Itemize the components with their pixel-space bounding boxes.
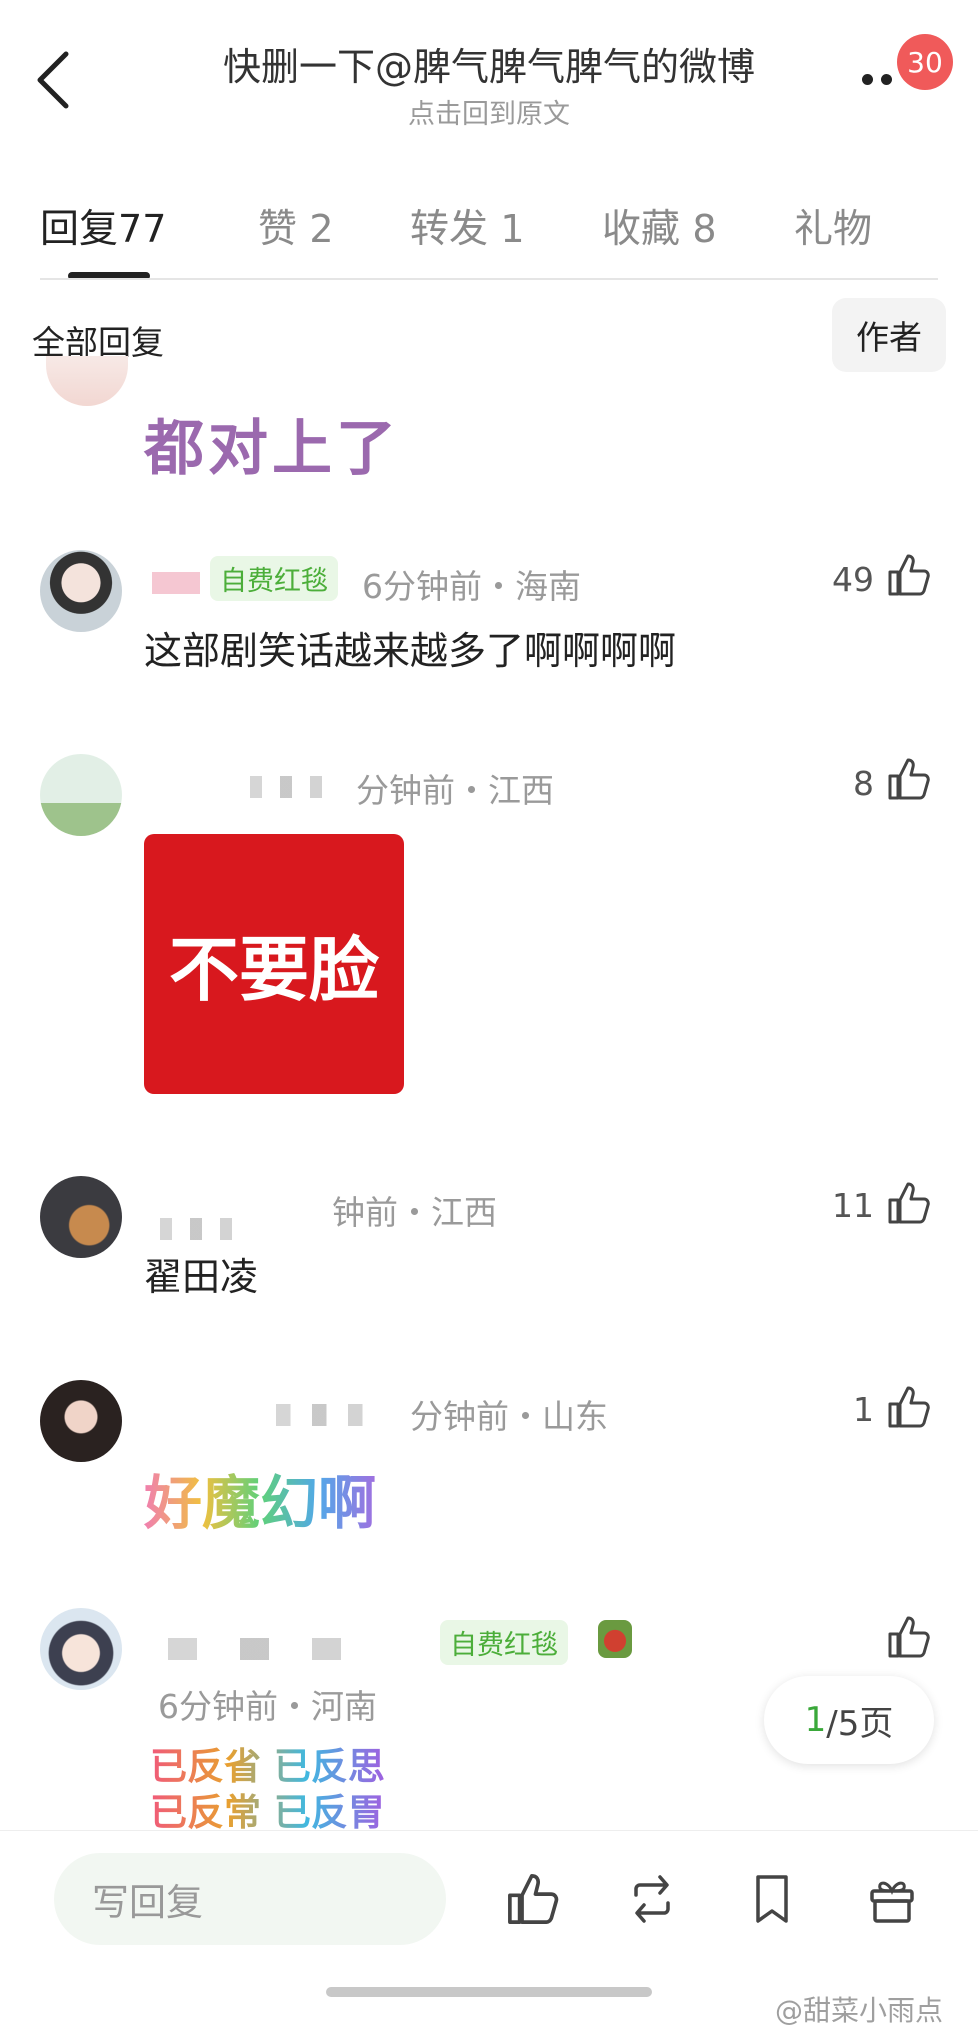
comment-time-location: 6分钟前・海南 <box>362 567 581 606</box>
comment-time-location: 钟前・江西 <box>332 1193 497 1232</box>
tab-label: 转发 <box>410 207 489 252</box>
thumbs-up-icon[interactable] <box>886 552 932 598</box>
home-indicator[interactable] <box>326 1987 652 1997</box>
tab-bar: 回复77 赞 2 转发 1 收藏 8 礼物 <box>0 190 978 280</box>
watermark: @甜菜小雨点 <box>775 1994 944 2027</box>
comment-text: 这部剧笑话越来越多了啊啊啊啊 <box>144 629 677 673</box>
avatar[interactable] <box>46 356 128 406</box>
tab-label: 回复 <box>40 207 119 252</box>
gift-icon[interactable] <box>864 1871 920 1927</box>
tab-replies[interactable]: 回复77 <box>40 198 166 254</box>
username-obscured[interactable] <box>168 1638 408 1660</box>
tab-label: 赞 <box>258 207 298 252</box>
vip-tag: 自费红毯 <box>440 1620 568 1665</box>
tab-count: 77 <box>118 207 167 251</box>
current-page: 1 <box>804 1700 827 1740</box>
vip-tag: 自费红毯 <box>210 556 338 601</box>
username-obscured[interactable] <box>152 572 200 594</box>
back-to-original-link[interactable]: 点击回到原文 <box>150 92 828 131</box>
sticker-image: 不要脸 <box>144 834 404 1094</box>
tab-count: 2 <box>309 207 334 251</box>
post-title[interactable]: 快删一下@脾气脾气脾气的微博 <box>150 36 828 91</box>
username-obscured[interactable] <box>276 1404 396 1426</box>
bottom-action-bar: 写回复 @甜菜小雨点 <box>0 1830 978 2028</box>
total-pages: /5页 <box>826 1703 894 1744</box>
tab-count: 8 <box>692 207 717 251</box>
thumbs-up-icon[interactable] <box>505 1871 561 1927</box>
tab-likes[interactable]: 赞 2 <box>258 198 334 254</box>
comment-time-location: 6分钟前・河南 <box>158 1687 377 1726</box>
avatar[interactable] <box>40 1176 122 1258</box>
notification-badge[interactable]: 30 <box>897 34 953 90</box>
thumbs-up-icon[interactable] <box>886 1614 932 1660</box>
like-count: 8 <box>853 764 874 803</box>
more-options-icon[interactable] <box>862 74 892 85</box>
comment-time-location: 分钟前・山东 <box>410 1397 608 1436</box>
tab-gifts[interactable]: 礼物 <box>794 198 872 254</box>
tab-reposts[interactable]: 转发 1 <box>410 198 525 254</box>
username-obscured[interactable] <box>160 1218 260 1240</box>
bookmark-icon[interactable] <box>744 1871 800 1927</box>
thumbs-up-icon[interactable] <box>886 1384 932 1430</box>
divider <box>40 278 938 280</box>
sticker-image: 好魔幻啊 <box>144 1456 376 1540</box>
reply-input[interactable]: 写回复 <box>54 1853 446 1945</box>
sticker-line: 已反省 已反思 <box>150 1745 385 1788</box>
like-count: 11 <box>832 1186 874 1225</box>
tab-favorites[interactable]: 收藏 8 <box>602 198 717 254</box>
avatar[interactable] <box>40 1608 122 1690</box>
like-count: 49 <box>832 560 874 599</box>
comment-text: 翟田凌 <box>144 1255 259 1299</box>
like-count: 1 <box>853 1390 874 1429</box>
thumbs-up-icon[interactable] <box>886 756 932 802</box>
avatar[interactable] <box>40 754 122 836</box>
page-indicator[interactable]: 1/5页 <box>764 1676 934 1764</box>
comment-time-location: 分钟前・江西 <box>356 771 554 810</box>
sticker-image: 已反省 已反思 已反常 已反胃 <box>150 1744 385 1836</box>
avatar[interactable] <box>40 1380 122 1462</box>
tab-label: 礼物 <box>794 207 873 252</box>
repost-icon[interactable] <box>624 1871 680 1927</box>
author-filter-button[interactable]: 作者 <box>832 298 946 372</box>
thumbs-up-icon[interactable] <box>886 1180 932 1226</box>
tab-label: 收藏 <box>602 207 681 252</box>
badge-icon <box>598 1620 632 1658</box>
top-bar: 快删一下@脾气脾气脾气的微博 点击回到原文 30 <box>0 0 978 140</box>
tab-count: 1 <box>500 207 525 251</box>
avatar[interactable] <box>40 550 122 632</box>
back-icon[interactable] <box>30 48 80 112</box>
username-obscured[interactable] <box>250 776 350 798</box>
sticker-image: 都对上了 <box>144 414 400 484</box>
